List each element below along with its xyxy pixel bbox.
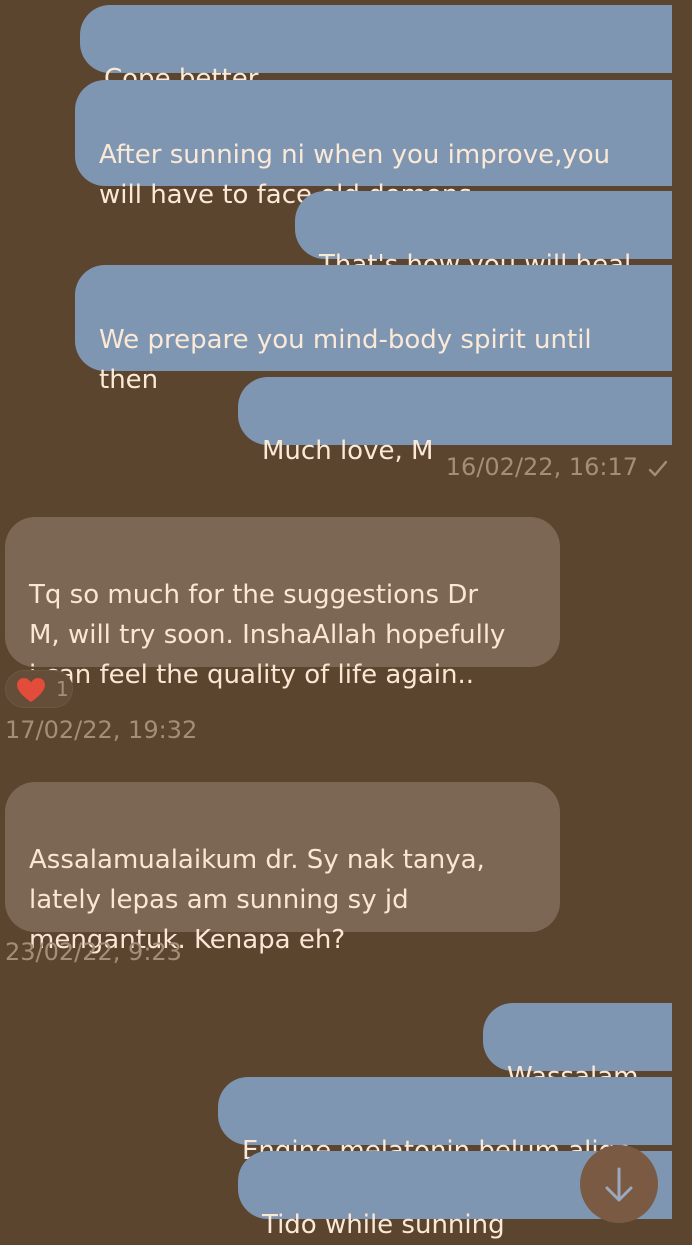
timestamp-text: 23/02/22, 9:23 (5, 938, 182, 966)
message-timestamp: 16/02/22, 16:17 (446, 453, 668, 484)
message-text: Much love, M (262, 436, 434, 466)
timestamp-text: 16/02/22, 16:17 (445, 453, 638, 481)
outgoing-message[interactable]: Cope better (80, 5, 672, 94)
message-timestamp: 23/02/22, 9:23 (5, 938, 182, 966)
outgoing-message[interactable]: We prepare you mind-body spirit until th… (75, 265, 672, 395)
message-text: Tido while sunning (262, 1210, 505, 1240)
heart-icon (16, 677, 46, 707)
chat-thread[interactable]: Cope better After sunning ni when you im… (0, 0, 692, 1240)
message-text: Tq so much for the suggestions Dr M, wil… (29, 580, 506, 690)
outgoing-message[interactable]: Much love, M (238, 377, 672, 466)
reaction-badge[interactable]: 1 (5, 670, 73, 708)
timestamp-text: 17/02/22, 19:32 (5, 716, 198, 744)
outgoing-message[interactable]: That's how you will heal (295, 191, 672, 280)
message-timestamp: 17/02/22, 19:32 (5, 716, 197, 744)
outgoing-message[interactable]: Engine melatonin belum align (218, 1077, 672, 1166)
reaction-count: 1 (56, 677, 69, 701)
outgoing-message[interactable]: Wassalam (483, 1003, 672, 1092)
incoming-message[interactable]: Tq so much for the suggestions Dr M, wil… (5, 517, 560, 690)
incoming-message[interactable]: Assalamualaikum dr. Sy nak tanya, lately… (5, 782, 560, 955)
scroll-to-bottom-button[interactable] (580, 1145, 658, 1223)
checkmark-icon (648, 456, 668, 484)
outgoing-message[interactable]: After sunning ni when you improve,you wi… (75, 80, 672, 210)
